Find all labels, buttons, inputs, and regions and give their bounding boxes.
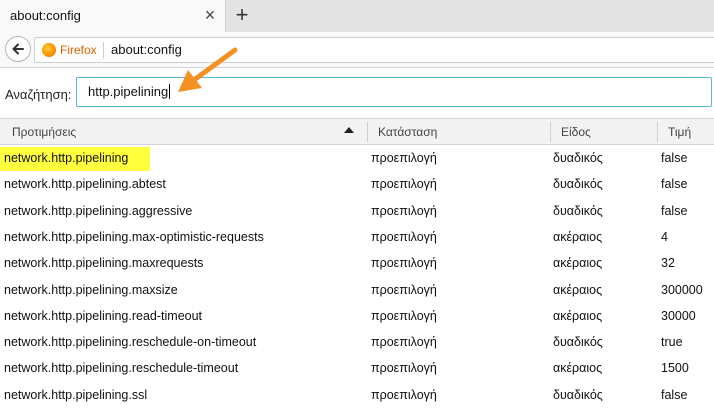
pref-type: δυαδικός	[553, 335, 603, 350]
pref-value: 300000	[661, 282, 703, 297]
tab-title: about:config	[10, 8, 81, 23]
pref-name: network.http.pipelining.max-optimistic-r…	[4, 229, 264, 244]
pref-type: ακέραιος	[553, 229, 603, 244]
pref-name: network.http.pipelining.aggressive	[4, 203, 193, 218]
url-separator	[103, 42, 104, 58]
pref-type: ακέραιος	[553, 361, 603, 376]
pref-name: network.http.pipelining.read-timeout	[4, 308, 203, 323]
nav-bar: Firefox about:config	[0, 32, 714, 68]
pref-type: ακέραιος	[553, 308, 603, 323]
pref-value: false	[661, 387, 688, 402]
column-header-type[interactable]: Είδος	[561, 125, 591, 139]
column-divider[interactable]	[550, 122, 551, 142]
tab-about-config[interactable]: about:config ×	[0, 0, 226, 32]
pref-name: network.http.pipelining.reschedule-timeo…	[4, 361, 239, 376]
pref-type: δυαδικός	[553, 387, 603, 402]
pref-status: προεπιλογή	[371, 151, 437, 165]
table-row[interactable]: network.http.pipelining.maxrequests προε…	[0, 250, 714, 276]
pref-value: 32	[661, 256, 675, 271]
pref-name: network.http.pipelining.maxrequests	[4, 256, 204, 271]
pref-type: ακέραιος	[553, 256, 603, 271]
search-value: http.pipelining	[88, 84, 171, 99]
close-icon[interactable]: ×	[200, 5, 220, 25]
arrow-annotation	[178, 47, 238, 92]
table-row[interactable]: network.http.pipelining.abtest προεπιλογ…	[0, 171, 714, 197]
table-row[interactable]: network.http.pipelining.reschedule-on-ti…	[0, 329, 714, 355]
pref-status: προεπιλογή	[371, 335, 437, 350]
pref-status: προεπιλογή	[371, 229, 437, 244]
table-row[interactable]: network.http.pipelining.read-timeout προ…	[0, 303, 714, 329]
pref-value: 4	[661, 229, 668, 244]
search-row: Αναζήτηση: http.pipelining	[0, 68, 714, 118]
search-text: http.pipelining	[88, 84, 169, 99]
sort-ascending-icon	[344, 127, 354, 133]
back-button[interactable]	[5, 36, 31, 62]
pref-status: προεπιλογή	[371, 203, 437, 218]
tab-strip: about:config × +	[0, 0, 714, 32]
firefox-icon	[42, 43, 56, 57]
pref-type: δυαδικός	[553, 151, 603, 165]
column-header-name[interactable]: Προτιμήσεις	[12, 125, 76, 139]
pref-name: network.http.pipelining.ssl	[4, 387, 148, 402]
table-row[interactable]: network.http.pipelining.aggressive προεπ…	[0, 198, 714, 224]
pref-value: 1500	[661, 361, 689, 376]
pref-status: προεπιλογή	[371, 282, 437, 297]
pref-status: προεπιλογή	[371, 177, 437, 192]
pref-type: δυαδικός	[553, 203, 603, 218]
back-arrow-icon	[12, 43, 24, 55]
pref-status: προεπιλογή	[371, 387, 437, 402]
pref-value: false	[661, 151, 688, 165]
pref-value: 30000	[661, 308, 696, 323]
plus-icon[interactable]: +	[230, 3, 254, 27]
search-label: Αναζήτηση:	[5, 87, 72, 102]
pref-type: ακέραιος	[553, 282, 603, 297]
table-row[interactable]: network.http.pipelining.maxsize προεπιλο…	[0, 277, 714, 303]
pref-name: network.http.pipelining	[4, 151, 129, 165]
column-header-value[interactable]: Τιμή	[668, 125, 691, 139]
column-divider[interactable]	[657, 122, 658, 142]
pref-name: network.http.pipelining.maxsize	[4, 282, 178, 297]
pref-name: network.http.pipelining.abtest	[4, 177, 166, 192]
column-divider[interactable]	[367, 122, 368, 142]
pref-type: δυαδικός	[553, 177, 603, 192]
table-row[interactable]: network.http.pipelining προεπιλογή δυαδι…	[0, 145, 714, 171]
pref-status: προεπιλογή	[371, 361, 437, 376]
table-row[interactable]: network.http.pipelining.reschedule-timeo…	[0, 355, 714, 381]
pref-value: false	[661, 203, 688, 218]
table-row[interactable]: network.http.pipelining.max-optimistic-r…	[0, 224, 714, 250]
table-row[interactable]: network.http.pipelining.ssl προεπιλογή δ…	[0, 382, 714, 408]
pref-name: network.http.pipelining.reschedule-on-ti…	[4, 335, 257, 350]
pref-status: προεπιλογή	[371, 308, 437, 323]
pref-status: προεπιλογή	[371, 256, 437, 271]
pref-value: true	[661, 335, 683, 350]
column-header-status[interactable]: Κατάσταση	[378, 125, 437, 139]
identity-label[interactable]: Firefox	[60, 43, 97, 57]
table-header: Προτιμήσεις Κατάσταση Είδος Τιμή	[0, 118, 714, 145]
url-bar[interactable]: Firefox about:config	[34, 37, 714, 63]
pref-value: false	[661, 177, 688, 192]
